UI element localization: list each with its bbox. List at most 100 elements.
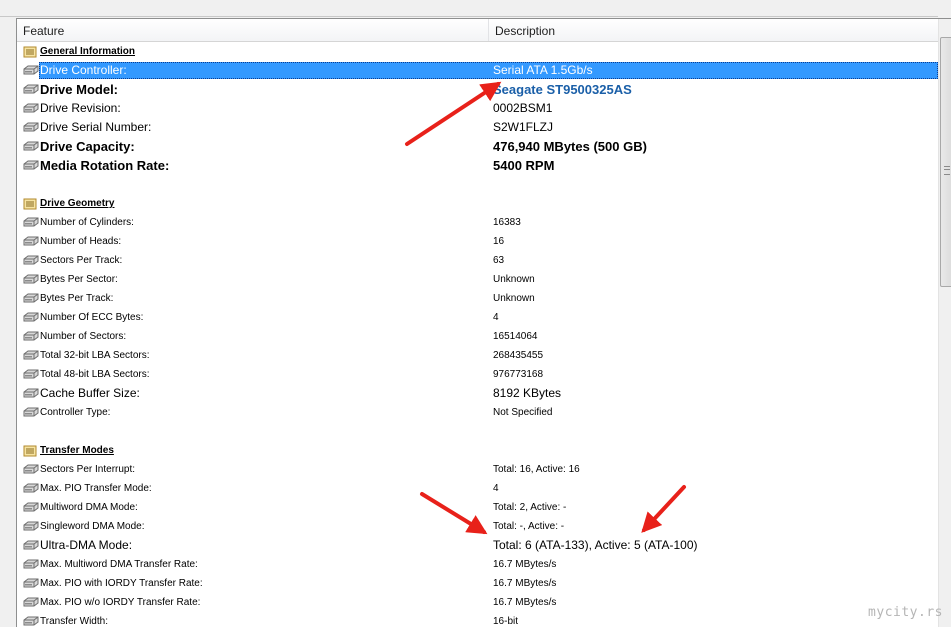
feature-label: Bytes Per Sector: bbox=[40, 274, 118, 285]
section-header-row[interactable]: Transfer Modes bbox=[17, 441, 938, 460]
feature-label: Drive Serial Number: bbox=[40, 120, 152, 134]
list-item[interactable]: Number of Cylinders: 16383 bbox=[17, 213, 938, 232]
feature-label: Total 32-bit LBA Sectors: bbox=[40, 350, 150, 361]
feature-value: 5400 RPM bbox=[493, 158, 555, 173]
feature-label: Number Of ECC Bytes: bbox=[40, 312, 144, 323]
list-item[interactable]: Number Of ECC Bytes: 4 bbox=[17, 308, 938, 327]
feature-value: Unknown bbox=[493, 274, 535, 285]
section-title: Drive Geometry bbox=[40, 198, 115, 209]
list-item[interactable]: Drive Capacity: 476,940 MBytes (500 GB) bbox=[17, 137, 938, 156]
feature-label: Number of Cylinders: bbox=[40, 217, 134, 228]
feature-value: Serial ATA 1.5Gb/s bbox=[493, 63, 593, 77]
feature-label: Number of Sectors: bbox=[40, 331, 127, 342]
drive-icon bbox=[23, 349, 39, 361]
list-rows: General Information Drive Controller: Seri… bbox=[17, 42, 938, 627]
list-header: Feature Description bbox=[17, 19, 938, 42]
list-item[interactable]: Controller Type: Not Specified bbox=[17, 403, 938, 422]
drive-icon bbox=[23, 83, 39, 95]
feature-value: S2W1FLZJ bbox=[493, 120, 554, 134]
feature-label: Max. PIO w/o IORDY Transfer Rate: bbox=[40, 597, 201, 608]
column-header-description[interactable]: Description bbox=[489, 19, 938, 41]
feature-label: Singleword DMA Mode: bbox=[40, 521, 145, 532]
list-item[interactable]: Multiword DMA Mode: Total: 2, Active: - bbox=[17, 498, 938, 517]
selection-highlight bbox=[39, 62, 938, 79]
feature-label: Drive Revision: bbox=[40, 101, 121, 115]
list-item[interactable]: Drive Serial Number: S2W1FLZJ bbox=[17, 118, 938, 137]
section-header-row[interactable]: General Information bbox=[17, 42, 938, 61]
drive-icon bbox=[23, 330, 39, 342]
scrollbar-thumb[interactable] bbox=[940, 37, 951, 287]
drive-icon bbox=[23, 311, 39, 323]
feature-value: 16.7 MBytes/s bbox=[493, 578, 557, 589]
list-item[interactable]: Drive Model: Seagate ST9500325AS bbox=[17, 80, 938, 99]
feature-value: 16-bit bbox=[493, 616, 519, 627]
feature-value: 63 bbox=[493, 255, 505, 266]
list-item[interactable]: Drive Revision: 0002BSM1 bbox=[17, 99, 938, 118]
list-item[interactable]: Media Rotation Rate: 5400 RPM bbox=[17, 156, 938, 175]
section-icon bbox=[23, 197, 39, 210]
feature-label: Max. Multiword DMA Transfer Rate: bbox=[40, 559, 198, 570]
feature-label: Max. PIO with IORDY Transfer Rate: bbox=[40, 578, 203, 589]
section-icon bbox=[23, 45, 39, 58]
column-header-feature[interactable]: Feature bbox=[17, 19, 489, 41]
list-item[interactable]: Bytes Per Track: Unknown bbox=[17, 289, 938, 308]
feature-label: Multiword DMA Mode: bbox=[40, 502, 138, 513]
feature-value: 976773168 bbox=[493, 369, 544, 380]
section-title: General Information bbox=[40, 46, 136, 57]
feature-label: Drive Controller: bbox=[40, 63, 127, 77]
drive-icon bbox=[23, 577, 39, 589]
list-item[interactable]: Max. PIO Transfer Mode: 4 bbox=[17, 479, 938, 498]
feature-list-view[interactable]: Feature Description General Information D… bbox=[16, 18, 951, 627]
toolbar-bevel bbox=[0, 0, 938, 17]
list-item[interactable]: Cache Buffer Size: 8192 KBytes bbox=[17, 384, 938, 403]
list-item[interactable]: Max. Multiword DMA Transfer Rate: 16.7 MB… bbox=[17, 555, 938, 574]
feature-label: Drive Model: bbox=[40, 82, 119, 97]
list-item[interactable]: Transfer Width: 16-bit bbox=[17, 612, 938, 627]
feature-value: Total: -, Active: - bbox=[493, 521, 565, 532]
list-item[interactable]: Bytes Per Sector: Unknown bbox=[17, 270, 938, 289]
top-toolbar-strip bbox=[0, 0, 951, 17]
feature-value: 0002BSM1 bbox=[493, 101, 553, 115]
drive-icon bbox=[23, 501, 39, 513]
list-item[interactable]: Drive Controller: Serial ATA 1.5Gb/s bbox=[17, 61, 938, 80]
drive-icon bbox=[23, 140, 39, 152]
feature-value: 16.7 MBytes/s bbox=[493, 597, 557, 608]
feature-value: 16383 bbox=[493, 217, 521, 228]
vertical-scrollbar[interactable] bbox=[938, 19, 951, 627]
list-item[interactable]: Number of Heads: 16 bbox=[17, 232, 938, 251]
drive-icon bbox=[23, 121, 39, 133]
feature-value: Unknown bbox=[493, 293, 535, 304]
feature-label: Total 48-bit LBA Sectors: bbox=[40, 369, 150, 380]
drive-icon bbox=[23, 254, 39, 266]
feature-label: Sectors Per Interrupt: bbox=[40, 464, 136, 475]
list-item[interactable]: Total 32-bit LBA Sectors: 268435455 bbox=[17, 346, 938, 365]
feature-value: 4 bbox=[493, 312, 499, 323]
feature-label: Number of Heads: bbox=[40, 236, 122, 247]
list-item[interactable]: Ultra-DMA Mode: Total: 6 (ATA-133), Activ… bbox=[17, 536, 938, 555]
drive-icon bbox=[23, 64, 39, 76]
list-item[interactable]: Total 48-bit LBA Sectors: 976773168 bbox=[17, 365, 938, 384]
list-item[interactable]: Sectors Per Track: 63 bbox=[17, 251, 938, 270]
section-icon bbox=[23, 444, 39, 457]
drive-icon bbox=[23, 387, 39, 399]
feature-label: Max. PIO Transfer Mode: bbox=[40, 483, 152, 494]
drive-icon bbox=[23, 558, 39, 570]
list-item[interactable]: Max. PIO w/o IORDY Transfer Rate: 16.7 MB… bbox=[17, 593, 938, 612]
feature-label: Media Rotation Rate: bbox=[40, 158, 170, 173]
list-item[interactable]: Number of Sectors: 16514064 bbox=[17, 327, 938, 346]
drive-icon bbox=[23, 482, 39, 494]
list-item[interactable]: Sectors Per Interrupt: Total: 16, Active:… bbox=[17, 460, 938, 479]
list-item[interactable]: Max. PIO with IORDY Transfer Rate: 16.7 M… bbox=[17, 574, 938, 593]
list-item[interactable]: Singleword DMA Mode: Total: -, Active: - bbox=[17, 517, 938, 536]
drive-icon bbox=[23, 235, 39, 247]
feature-value: Not Specified bbox=[493, 407, 553, 418]
drive-icon bbox=[23, 596, 39, 608]
feature-value: 16.7 MBytes/s bbox=[493, 559, 557, 570]
section-header-row[interactable]: Drive Geometry bbox=[17, 194, 938, 213]
feature-value: Total: 16, Active: 16 bbox=[493, 464, 580, 475]
drive-icon bbox=[23, 102, 39, 114]
feature-value: 16514064 bbox=[493, 331, 538, 342]
feature-value: 16 bbox=[493, 236, 505, 247]
